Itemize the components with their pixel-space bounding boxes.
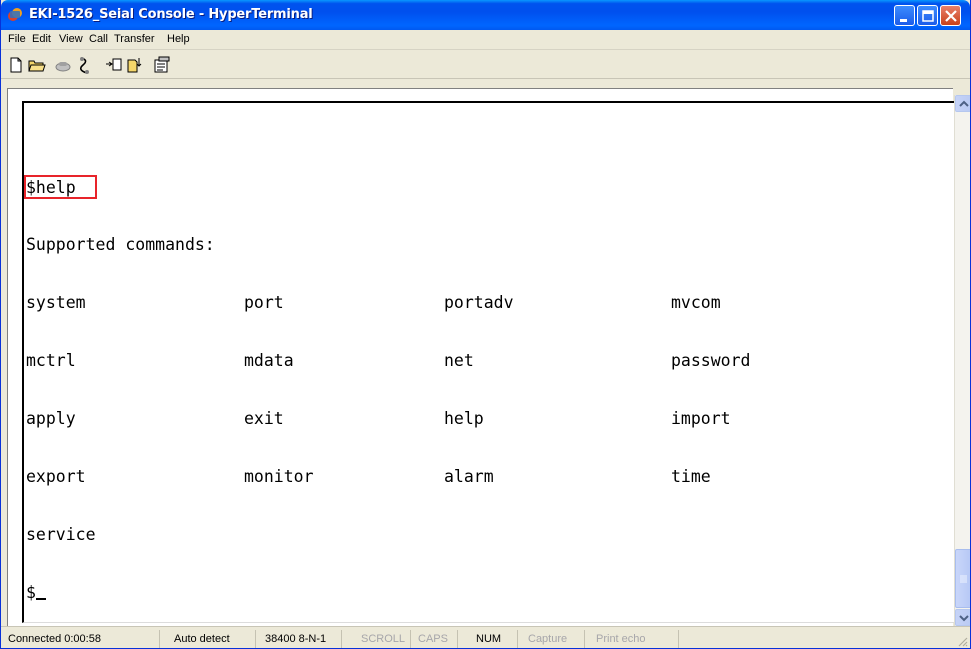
menu-file[interactable]: File xyxy=(8,33,26,45)
help-command-highlight-box xyxy=(24,174,97,199)
command-name: help xyxy=(444,409,484,429)
new-connection-button[interactable] xyxy=(6,55,26,75)
command-name: port xyxy=(244,293,284,313)
scroll-up-button[interactable] xyxy=(955,95,970,112)
chevron-down-icon xyxy=(959,615,969,622)
menu-transfer[interactable]: Transfer xyxy=(114,33,155,45)
scroll-down-button[interactable] xyxy=(955,609,970,626)
properties-button[interactable] xyxy=(152,55,172,75)
disconnect-button[interactable] xyxy=(75,55,95,75)
command-name: net xyxy=(444,351,474,371)
prompt-line: $ xyxy=(26,583,946,602)
scroll-thumb[interactable] xyxy=(955,549,970,608)
resize-grip-icon[interactable] xyxy=(956,635,968,647)
terminal-header-line: Supported commands: xyxy=(26,235,946,254)
commands-header: Supported commands: xyxy=(26,235,215,255)
command-name: service xyxy=(26,524,96,544)
menu-edit[interactable]: Edit xyxy=(32,33,51,45)
command-name: time xyxy=(671,467,711,487)
receive-button[interactable] xyxy=(125,55,145,75)
phone-connect-icon xyxy=(55,62,71,72)
command-name: alarm xyxy=(444,467,494,487)
menu-view[interactable]: View xyxy=(59,33,83,45)
title-bar[interactable]: EKI-1526_Seial Console - HyperTerminal xyxy=(1,0,970,30)
grip-icon xyxy=(960,575,967,583)
open-button[interactable] xyxy=(27,55,47,75)
command-row: export monitor alarm time xyxy=(26,467,946,486)
receive-icon xyxy=(127,58,142,73)
maximize-button[interactable] xyxy=(917,5,938,26)
status-detect: Auto detect xyxy=(171,630,256,648)
status-caps: CAPS xyxy=(415,630,458,648)
command-row: service xyxy=(26,525,946,544)
status-bar: Connected 0:00:58 Auto detect 38400 8-N-… xyxy=(1,626,970,648)
command-row: apply exit help import xyxy=(26,409,946,428)
send-button[interactable] xyxy=(104,55,124,75)
command-name: mvcom xyxy=(671,293,721,313)
properties-icon xyxy=(154,56,170,73)
command-name: export xyxy=(26,467,86,487)
close-icon xyxy=(945,10,957,22)
terminal-output: $help Supported commands: system port po… xyxy=(24,139,946,641)
disconnect-icon xyxy=(79,57,89,74)
status-num: NUM xyxy=(473,630,518,648)
status-scroll: SCROLL xyxy=(358,630,411,648)
window-title: EKI-1526_Seial Console - HyperTerminal xyxy=(29,7,313,22)
toolbar xyxy=(1,51,970,79)
command-name: import xyxy=(671,409,731,429)
terminal-frame: $help Supported commands: system port po… xyxy=(7,88,958,628)
minimize-button[interactable] xyxy=(894,5,915,26)
terminal-command-line: $help xyxy=(24,174,946,199)
command-name: portadv xyxy=(444,293,514,313)
menu-bar: File Edit View Call Transfer Help xyxy=(1,30,970,50)
status-port-settings: 38400 8-N-1 xyxy=(262,630,342,648)
send-icon xyxy=(106,58,122,71)
command-name: mctrl xyxy=(26,351,76,371)
minimize-icon xyxy=(900,19,907,22)
hyperterminal-window: EKI-1526_Seial Console - HyperTerminal F… xyxy=(0,0,971,649)
command-name: exit xyxy=(244,409,284,429)
command-name: mdata xyxy=(244,351,294,371)
command-row: system port portadv mvcom xyxy=(26,293,946,312)
chevron-up-icon xyxy=(959,100,969,107)
status-connected-time: Connected 0:00:58 xyxy=(5,630,160,648)
menu-call[interactable]: Call xyxy=(89,33,108,45)
prompt-symbol: $ xyxy=(26,582,36,602)
command-name: system xyxy=(26,293,86,313)
maximize-icon xyxy=(922,10,934,22)
text-cursor xyxy=(35,597,46,600)
new-icon xyxy=(10,57,22,73)
status-capture: Capture xyxy=(525,630,585,648)
menu-help[interactable]: Help xyxy=(167,33,190,45)
shell-prompt: $ xyxy=(26,583,46,602)
command-name: monitor xyxy=(244,467,314,487)
command-row: mctrl mdata net password xyxy=(26,351,946,370)
hyperterminal-app-icon xyxy=(8,8,22,21)
open-icon xyxy=(28,60,46,72)
status-print-echo: Print echo xyxy=(593,630,679,648)
command-name: apply xyxy=(26,409,76,429)
vertical-scrollbar[interactable] xyxy=(954,95,970,626)
terminal-screen[interactable]: $help Supported commands: system port po… xyxy=(22,101,958,623)
connect-button[interactable] xyxy=(53,55,73,75)
command-name: password xyxy=(671,351,751,371)
close-button[interactable] xyxy=(940,5,961,26)
